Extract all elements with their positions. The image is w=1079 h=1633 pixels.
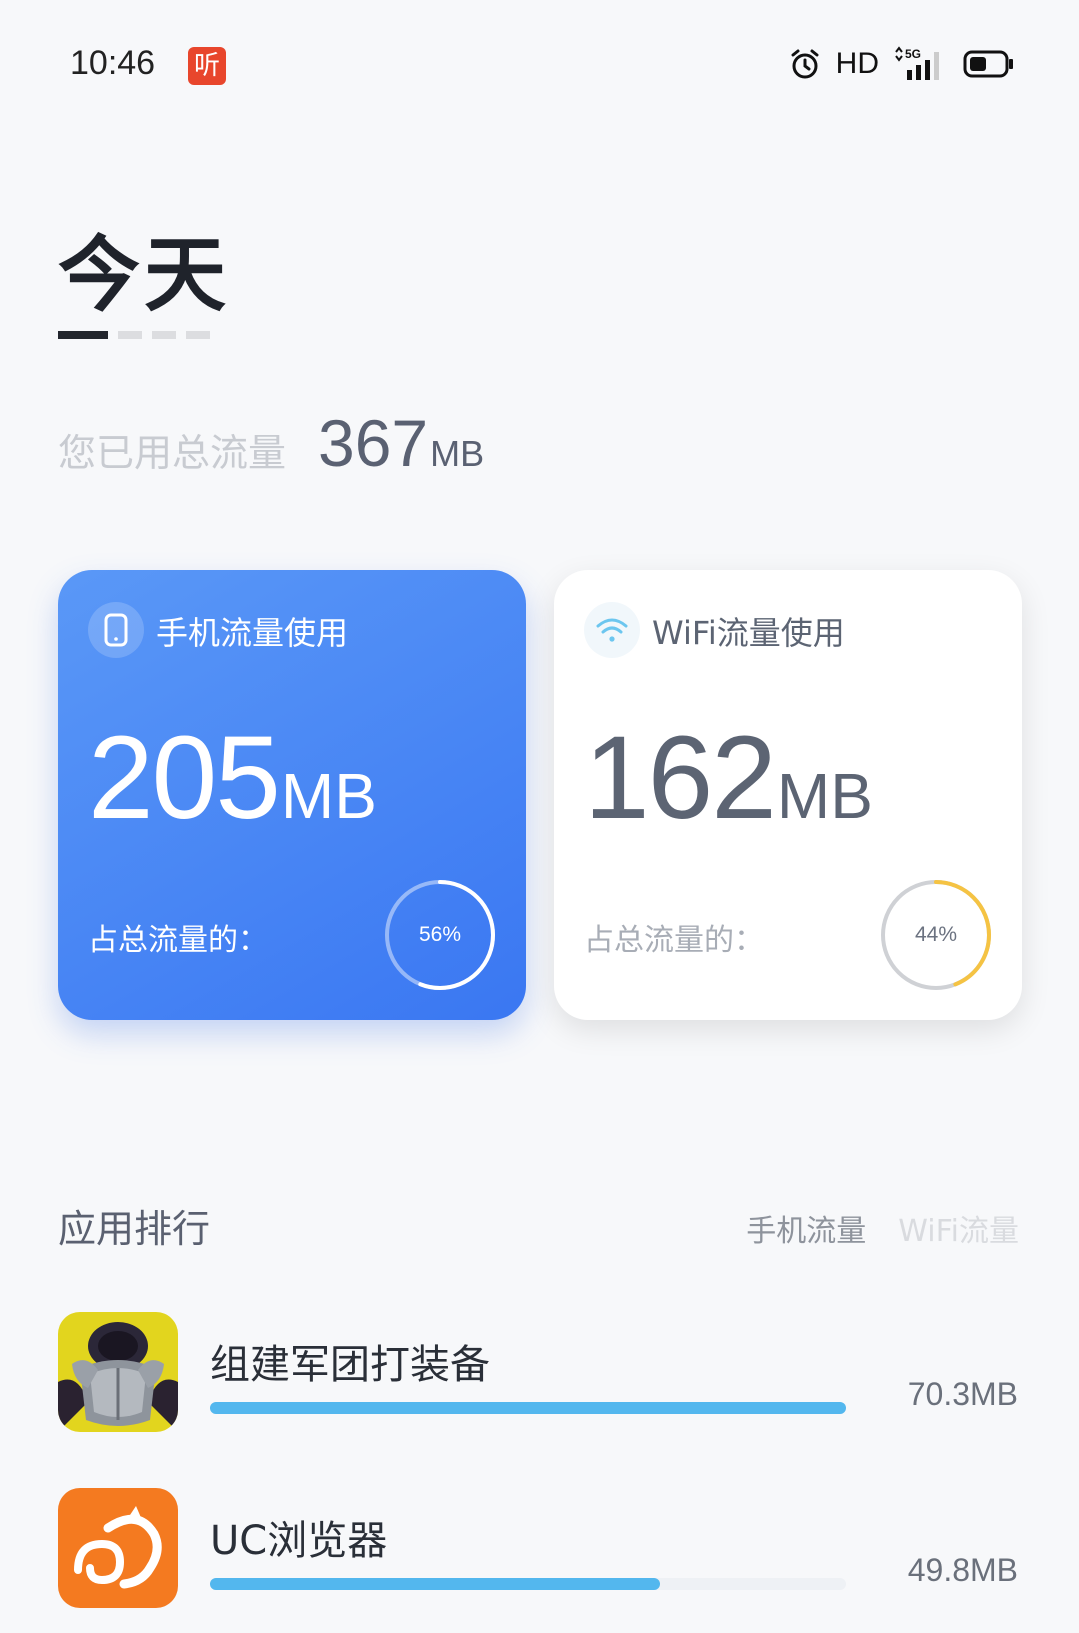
wifi-card-title: WiFi流量使用	[652, 614, 845, 652]
mobile-data-card[interactable]: 手机流量使用 205MB 占总流量的： 56%	[58, 570, 526, 1020]
total-usage-label: 您已用总流量	[58, 431, 287, 475]
wifi-data-card[interactable]: WiFi流量使用 162MB 占总流量的： 44%	[554, 570, 1022, 1020]
app-usage-bar-fill	[210, 1402, 846, 1414]
tab-mobile-data[interactable]: 手机流量	[746, 1206, 866, 1250]
app-usage-size: 49.8MB	[907, 1552, 1018, 1588]
alarm-icon	[791, 49, 819, 79]
app-usage-size: 70.3MB	[907, 1376, 1018, 1412]
armor-game-icon	[58, 1312, 178, 1432]
uc-browser-icon	[58, 1488, 178, 1608]
mobile-share-percent: 56%	[418, 923, 462, 946]
status-time: 10:46	[70, 44, 156, 82]
list-item[interactable]: UC浏览器 49.8MB	[58, 1488, 1018, 1618]
mobile-usage-unit: MB	[280, 760, 377, 832]
signal-icon: 5G	[895, 46, 939, 80]
mobile-card-title: 手机流量使用	[156, 614, 349, 652]
wifi-usage-number: 162	[584, 712, 777, 844]
page-indicator-dot-active[interactable]	[58, 331, 108, 339]
page-indicator-dot[interactable]	[186, 331, 210, 339]
mobile-usage-number: 205	[88, 712, 281, 844]
ranking-tabs: 手机流量 WiFi流量	[746, 1206, 1019, 1250]
page-indicator	[58, 331, 210, 339]
app-usage-bar-fill	[210, 1578, 661, 1590]
tab-wifi-data[interactable]: WiFi流量	[898, 1206, 1019, 1250]
app-usage-bar	[210, 1402, 846, 1414]
wifi-share-percent: 44%	[914, 923, 958, 946]
mobile-usage-value: 205MB	[88, 710, 377, 846]
page-indicator-dot[interactable]	[152, 331, 176, 339]
battery-icon	[963, 50, 1013, 78]
status-icons: HD 5G	[788, 44, 1015, 84]
hd-indicator: HD	[835, 47, 879, 80]
app-usage-bar	[210, 1578, 846, 1590]
phone-icon	[88, 602, 144, 658]
app-name: 组建军团打装备	[210, 1342, 490, 1388]
total-usage-value: 367	[318, 406, 429, 480]
wifi-usage-unit: MB	[776, 760, 873, 832]
page-indicator-dot[interactable]	[118, 331, 142, 339]
wifi-share-label: 占总流量的：	[584, 923, 764, 958]
page-title: 今天	[58, 227, 231, 323]
total-usage: 您已用总流量 367 MB	[58, 405, 484, 481]
status-bar: 10:46 听 HD 5G	[0, 0, 1079, 130]
mobile-share-label: 占总流量的：	[88, 923, 268, 958]
wifi-icon	[584, 602, 640, 658]
total-usage-unit: MB	[430, 433, 485, 474]
wifi-usage-value: 162MB	[584, 710, 873, 846]
network-type-label: 5G	[905, 47, 921, 61]
listen-app-icon: 听	[188, 47, 226, 85]
app-ranking-title: 应用排行	[58, 1207, 211, 1251]
app-name: UC浏览器	[210, 1518, 388, 1564]
list-item[interactable]: 组建军团打装备 70.3MB	[58, 1312, 1018, 1442]
